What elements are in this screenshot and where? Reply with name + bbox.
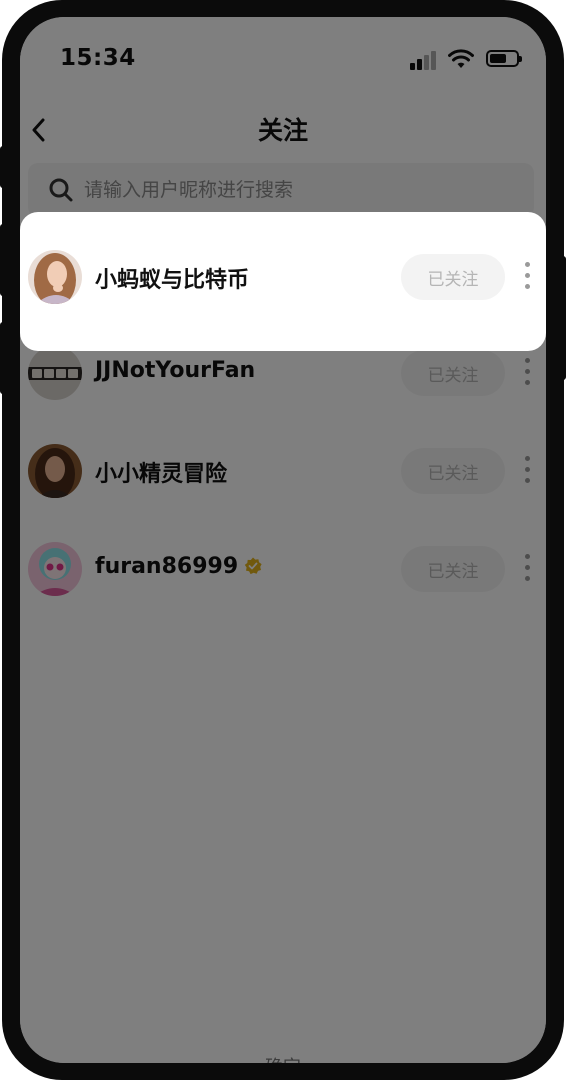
volume-up-button bbox=[0, 224, 6, 296]
signal-icon bbox=[410, 50, 440, 70]
power-button bbox=[560, 256, 566, 380]
status-time: 15:34 bbox=[60, 45, 136, 71]
following-button[interactable]: 已关注 bbox=[401, 546, 505, 592]
mute-switch bbox=[0, 146, 6, 188]
more-icon[interactable] bbox=[518, 357, 538, 387]
search-box[interactable] bbox=[28, 163, 534, 217]
highlighted-row-card: 小蚂蚁与比特币 已关注 bbox=[20, 212, 546, 351]
list-item[interactable]: 小蚂蚁与比特币 已关注 bbox=[20, 235, 546, 327]
more-icon[interactable] bbox=[518, 553, 538, 583]
following-button[interactable]: 已关注 bbox=[401, 254, 505, 300]
user-name[interactable]: 小小精灵冒险 bbox=[95, 456, 227, 488]
nav-bar: 关注 bbox=[20, 105, 546, 165]
avatar[interactable] bbox=[28, 542, 82, 596]
page-title: 关注 bbox=[257, 116, 308, 145]
avatar[interactable] bbox=[28, 444, 82, 498]
user-name[interactable]: furan86999 bbox=[95, 554, 262, 579]
user-name[interactable]: JJNotYourFan bbox=[95, 358, 255, 383]
user-name[interactable]: 小蚂蚁与比特币 bbox=[95, 262, 249, 294]
verified-badge-icon bbox=[244, 557, 262, 575]
confirm-button[interactable]: 确定 bbox=[20, 1053, 546, 1063]
search-input[interactable] bbox=[84, 173, 504, 207]
avatar[interactable] bbox=[28, 250, 82, 304]
more-icon[interactable] bbox=[518, 455, 538, 485]
search-icon bbox=[49, 178, 73, 202]
avatar[interactable] bbox=[28, 346, 82, 400]
battery-icon bbox=[486, 50, 522, 67]
more-icon[interactable] bbox=[518, 261, 538, 291]
list-item[interactable]: 小小精灵冒险 已关注 bbox=[20, 429, 546, 521]
list-item[interactable]: furan86999 已关注 bbox=[20, 527, 546, 619]
user-name-text[interactable]: furan86999 bbox=[95, 554, 238, 579]
screen: 15:34 关注 请输入用户昵称进行搜索 JJNotYourFan 已关注 小小… bbox=[20, 17, 546, 1063]
status-bar: 15:34 bbox=[20, 17, 546, 105]
wifi-icon bbox=[448, 49, 474, 68]
following-button[interactable]: 已关注 bbox=[401, 448, 505, 494]
following-button[interactable]: 已关注 bbox=[401, 350, 505, 396]
volume-down-button bbox=[0, 322, 6, 394]
